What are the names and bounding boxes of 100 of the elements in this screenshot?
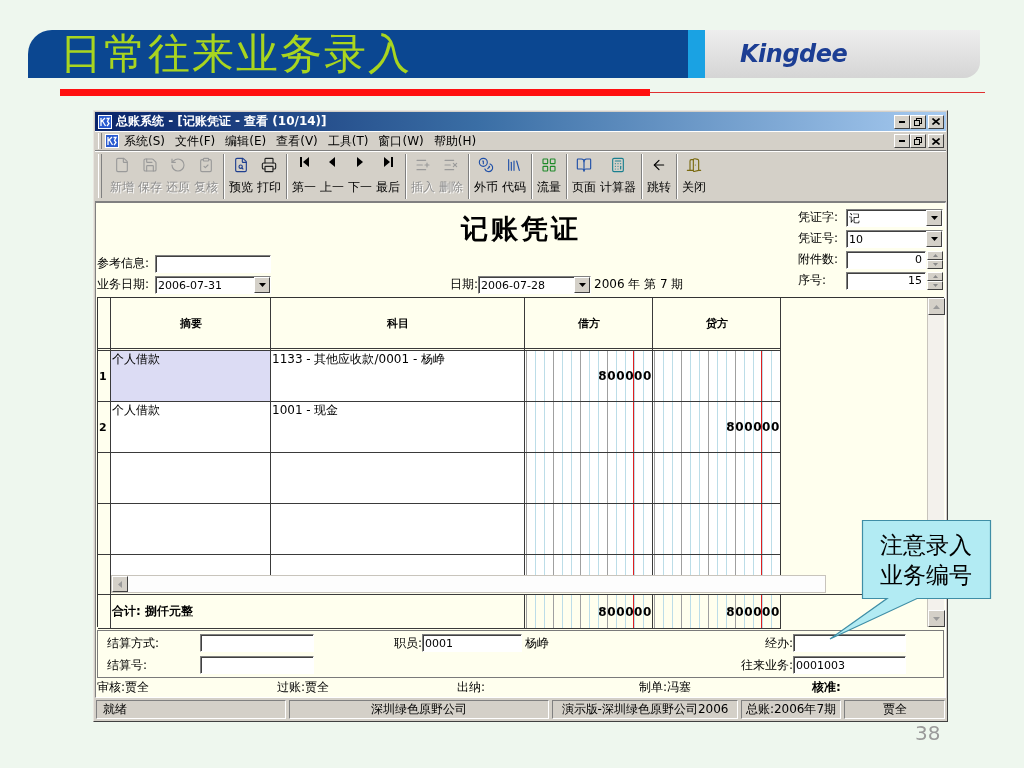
toolbar-button[interactable]: 计算器 xyxy=(598,154,638,199)
text-field[interactable] xyxy=(793,634,906,652)
scroll-left-button[interactable] xyxy=(112,576,128,592)
arrow-left-icon xyxy=(118,580,122,588)
minimize-button[interactable] xyxy=(894,134,910,148)
close-button[interactable] xyxy=(928,134,944,148)
dropdown-button[interactable] xyxy=(926,230,942,247)
toolbar-button[interactable]: 预览 xyxy=(227,154,255,199)
signature-label: 核准: xyxy=(812,678,841,696)
page-icon xyxy=(114,157,130,173)
scroll-down-button[interactable] xyxy=(928,610,945,627)
dropdown-field[interactable]: 记 xyxy=(846,208,943,227)
toolbar-button[interactable]: 下一 xyxy=(346,154,374,199)
arrow-up-icon xyxy=(932,253,938,257)
field-label: 凭证号: xyxy=(798,230,840,247)
callout-text: 注意录入业务编号 xyxy=(879,531,973,590)
app-icon xyxy=(105,134,119,148)
horizontal-scrollbar[interactable] xyxy=(111,575,826,593)
arrow-up-icon xyxy=(933,304,940,309)
spin-down-button[interactable] xyxy=(927,259,943,269)
date-field[interactable]: 2006-07-28 xyxy=(478,275,592,294)
table-cell: 1133 - 其他应收款/0001 - 杨峥 xyxy=(271,351,525,402)
text-field[interactable]: 0001 xyxy=(422,634,523,652)
close-icon xyxy=(932,118,940,125)
column-header: 借方 xyxy=(525,298,653,351)
menu-item[interactable]: 帮助(H) xyxy=(428,132,482,150)
skip-first-icon xyxy=(299,157,309,167)
toolbar-button[interactable]: 跳转 xyxy=(645,154,673,199)
menu-item[interactable]: 编辑(E) xyxy=(220,132,272,150)
field-label: 职员: xyxy=(394,634,423,652)
signature-label: 制单: xyxy=(639,678,668,696)
menu-item[interactable]: 查看(V) xyxy=(271,132,323,150)
restore-button[interactable] xyxy=(910,114,926,129)
dropdown-button[interactable] xyxy=(254,276,270,293)
table-cell: 个人借款 xyxy=(111,351,271,402)
close-button[interactable] xyxy=(928,114,944,129)
dropdown-button[interactable] xyxy=(926,209,942,226)
toolbar-button[interactable]: 第一 xyxy=(290,154,318,199)
spin-up-button[interactable] xyxy=(927,271,943,281)
dropdown-field[interactable]: 10 xyxy=(846,229,943,248)
close-icon xyxy=(932,137,940,145)
dropdown-button[interactable] xyxy=(574,276,591,293)
slide-title: 日常往来业务录入 xyxy=(60,30,412,78)
field-label: 日期: xyxy=(450,276,479,293)
list-plus-icon xyxy=(415,157,431,173)
app-icon xyxy=(98,114,112,129)
toolbar-button[interactable]: 代码 xyxy=(500,154,528,199)
printer-icon xyxy=(261,157,277,173)
toolbar-button[interactable]: 上一 xyxy=(318,154,346,199)
door-icon xyxy=(686,157,702,173)
toolbar-button[interactable]: 关闭 xyxy=(680,154,708,199)
number-field[interactable]: 15 xyxy=(846,271,926,290)
toolbar-button[interactable]: 流量 xyxy=(535,154,563,199)
text-field[interactable] xyxy=(155,254,271,273)
scroll-up-button[interactable] xyxy=(928,298,945,315)
arrow-up-icon xyxy=(932,274,938,278)
field-label: 结算方式: xyxy=(107,634,161,652)
field-label: 经办: xyxy=(763,634,793,652)
clipboard-check-icon xyxy=(198,157,214,173)
status-panel: 深圳绿色原野公司 xyxy=(289,700,549,719)
field-label: 往来业务: xyxy=(739,656,793,674)
caret-down-icon xyxy=(930,215,938,220)
field-label: 业务日期: xyxy=(97,276,151,293)
minimize-icon xyxy=(899,120,905,123)
restore-icon xyxy=(914,117,922,126)
toolbar-button[interactable]: 页面 xyxy=(570,154,598,199)
spin-up-button[interactable] xyxy=(927,250,943,260)
menu-item[interactable]: 系统(S) xyxy=(119,132,170,150)
voucher-title: 记账凭证 xyxy=(460,211,581,246)
open-book-icon xyxy=(576,157,592,173)
text-field[interactable] xyxy=(200,656,314,674)
date-field[interactable]: 2006-07-31 xyxy=(155,275,271,294)
books-icon xyxy=(506,157,522,173)
field-label: 附件数: xyxy=(798,251,840,268)
page-magnifier-icon xyxy=(233,157,249,173)
caret-down-icon xyxy=(578,282,586,287)
period-text: 2006 年 第 7 期 xyxy=(594,276,684,293)
field-label: 参考信息: xyxy=(97,255,151,272)
text-field[interactable] xyxy=(200,634,314,652)
status-panel: 演示版-深圳绿色原野公司2006 xyxy=(552,700,738,719)
number-field[interactable]: 0 xyxy=(846,250,926,269)
signature-label: 出纳: xyxy=(457,678,486,696)
status-panel: 就绪 xyxy=(96,700,286,719)
total-label: 合计: 捌仟元整 xyxy=(111,595,525,629)
menu-item[interactable]: 文件(F) xyxy=(170,132,221,150)
toolbar-button[interactable]: 最后 xyxy=(374,154,402,199)
menu-item[interactable]: 工具(T) xyxy=(322,132,374,150)
column-header: 科目 xyxy=(271,298,525,351)
spin-down-button[interactable] xyxy=(927,280,943,290)
menu-item[interactable]: 窗口(W) xyxy=(373,132,429,150)
banner-stripe xyxy=(688,30,705,78)
skip-last-icon xyxy=(383,157,393,167)
status-panel: 贾全 xyxy=(844,700,945,719)
toolbar-button[interactable]: 外币 xyxy=(472,154,500,199)
text-field[interactable]: 0001003 xyxy=(793,656,906,674)
minimize-button[interactable] xyxy=(894,114,910,129)
signature-name: 贾全 xyxy=(125,678,150,696)
restore-button[interactable] xyxy=(910,134,926,148)
toolbar-button[interactable]: 打印 xyxy=(255,154,283,199)
triangle-left-icon xyxy=(329,157,335,167)
